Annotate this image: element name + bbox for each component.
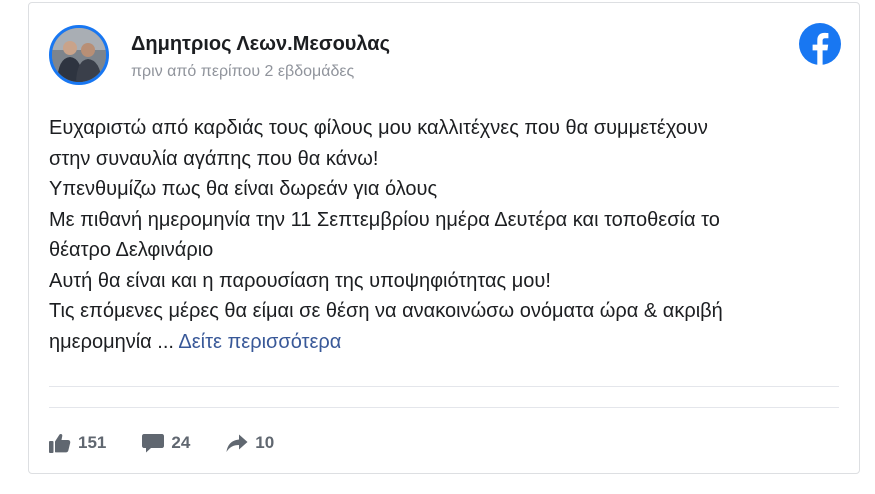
speech-bubble-icon bbox=[142, 434, 165, 453]
likes-stat[interactable]: 151 bbox=[49, 433, 106, 453]
see-more-link[interactable]: Δείτε περισσότερα bbox=[178, 331, 341, 353]
share-arrow-icon bbox=[226, 434, 248, 452]
divider bbox=[49, 407, 839, 408]
facebook-logo-icon[interactable] bbox=[799, 23, 841, 65]
post-text-line: Τις επόμενες μέρες θα είμαι σε θέση να α… bbox=[49, 300, 723, 322]
comments-count: 24 bbox=[171, 433, 191, 452]
post-card: Δημητριος Λεων.Μεσουλας πριν από περίπου… bbox=[28, 2, 860, 474]
divider bbox=[49, 386, 839, 387]
shares-stat[interactable]: 10 bbox=[226, 433, 274, 453]
post-text-last-line: ημερομηνία ... Δείτε περισσότερα bbox=[49, 327, 844, 358]
avatar-photo bbox=[52, 28, 106, 82]
shares-count: 10 bbox=[255, 433, 275, 452]
engagement-stats: 151 24 10 bbox=[49, 428, 310, 458]
post-text-line: Με πιθανή ημερομηνία την 11 Σεπτεμβρίου … bbox=[49, 208, 720, 231]
comments-stat[interactable]: 24 bbox=[142, 433, 190, 453]
post-timestamp[interactable]: πριν από περίπου 2 εβδομάδες bbox=[131, 63, 354, 81]
post-text-line: Ευχαριστώ από καρδιάς τους φίλους μου κα… bbox=[49, 117, 708, 139]
thumbs-up-icon bbox=[49, 433, 71, 453]
post-text-line: θέατρο Δελφινάριο bbox=[49, 239, 214, 261]
post-text: Ευχαριστώ από καρδιάς τους φίλους μου κα… bbox=[49, 113, 844, 357]
avatar[interactable] bbox=[49, 25, 109, 85]
post-text-truncated: ημερομηνία ... bbox=[49, 330, 179, 353]
post-text-line: στην συναυλία αγάπης που θα κάνω! bbox=[49, 147, 379, 170]
post-text-line: Υπενθυμίζω πως θα είναι δωρεάν για όλους bbox=[49, 178, 438, 200]
likes-count: 151 bbox=[78, 433, 107, 452]
post-text-line: Αυτή θα είναι και η παρουσίαση της υποψη… bbox=[49, 269, 551, 292]
post-author[interactable]: Δημητριος Λεων.Μεσουλας bbox=[131, 33, 390, 56]
